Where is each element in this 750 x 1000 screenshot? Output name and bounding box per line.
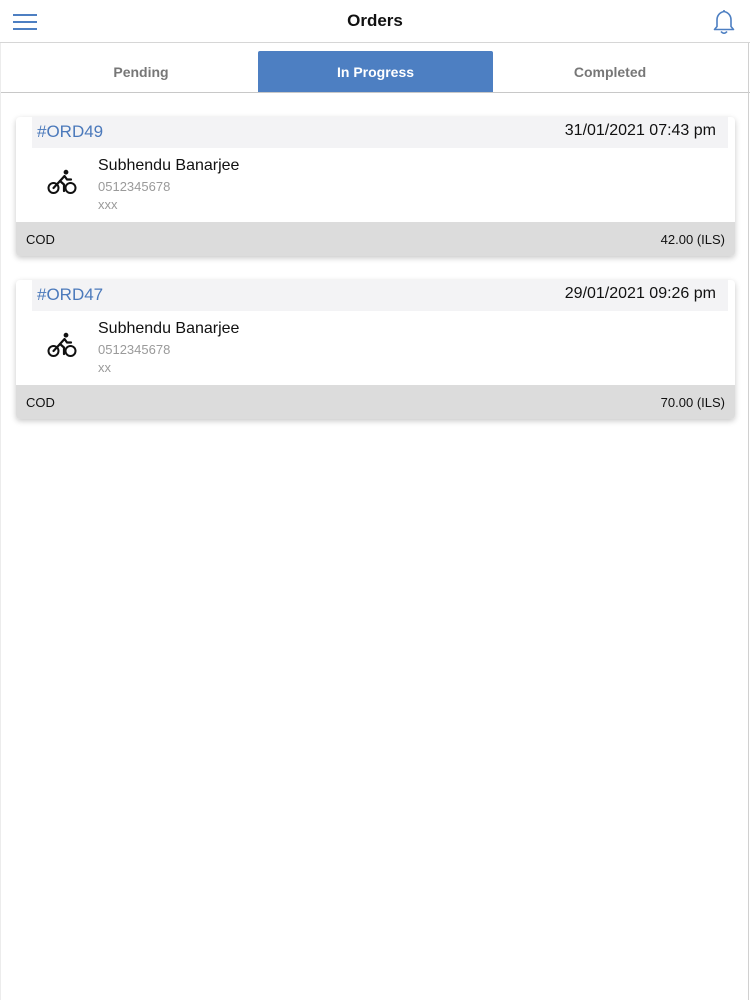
order-amount: 42.00 (ILS)	[660, 232, 725, 247]
order-card[interactable]: #ORD47 29/01/2021 09:26 pm Subhendu Bana…	[16, 280, 735, 419]
order-card[interactable]: #ORD49 31/01/2021 07:43 pm Subhendu Bana…	[16, 117, 735, 256]
notifications-button[interactable]	[710, 7, 738, 37]
order-datetime: 31/01/2021 07:43 pm	[564, 122, 716, 139]
bell-icon	[713, 9, 735, 35]
order-card-header: #ORD49 31/01/2021 07:43 pm	[32, 117, 728, 148]
tab-in-progress[interactable]: In Progress	[258, 51, 493, 92]
page-title: Orders	[347, 11, 403, 30]
customer-phone: 0512345678	[98, 179, 171, 194]
customer-name: Subhendu Banarjee	[98, 320, 240, 337]
order-amount: 70.00 (ILS)	[660, 395, 725, 410]
scrollbar-track[interactable]	[748, 43, 749, 1000]
payment-method: COD	[26, 232, 55, 247]
left-edge-line	[0, 43, 1, 1000]
order-id: #ORD47	[37, 285, 104, 304]
order-note: xx	[98, 360, 111, 375]
app-header: Orders	[0, 0, 750, 43]
tab-pending[interactable]: Pending	[24, 51, 258, 92]
order-card-header: #ORD47 29/01/2021 09:26 pm	[32, 280, 728, 311]
bicycle-icon	[47, 332, 77, 357]
order-card-footer: COD 42.00 (ILS)	[16, 222, 735, 256]
order-note: xxx	[98, 197, 118, 212]
order-id: #ORD49	[37, 122, 104, 141]
orders-screen: Orders Pending In Progress Completed #OR…	[0, 0, 750, 1000]
order-card-footer: COD 70.00 (ILS)	[16, 385, 735, 419]
payment-method: COD	[26, 395, 55, 410]
bicycle-icon	[47, 169, 77, 194]
tab-completed[interactable]: Completed	[493, 51, 727, 92]
order-datetime: 29/01/2021 09:26 pm	[564, 285, 716, 302]
customer-phone: 0512345678	[98, 342, 171, 357]
order-status-tabs: Pending In Progress Completed	[0, 43, 750, 93]
customer-name: Subhendu Banarjee	[98, 157, 240, 174]
